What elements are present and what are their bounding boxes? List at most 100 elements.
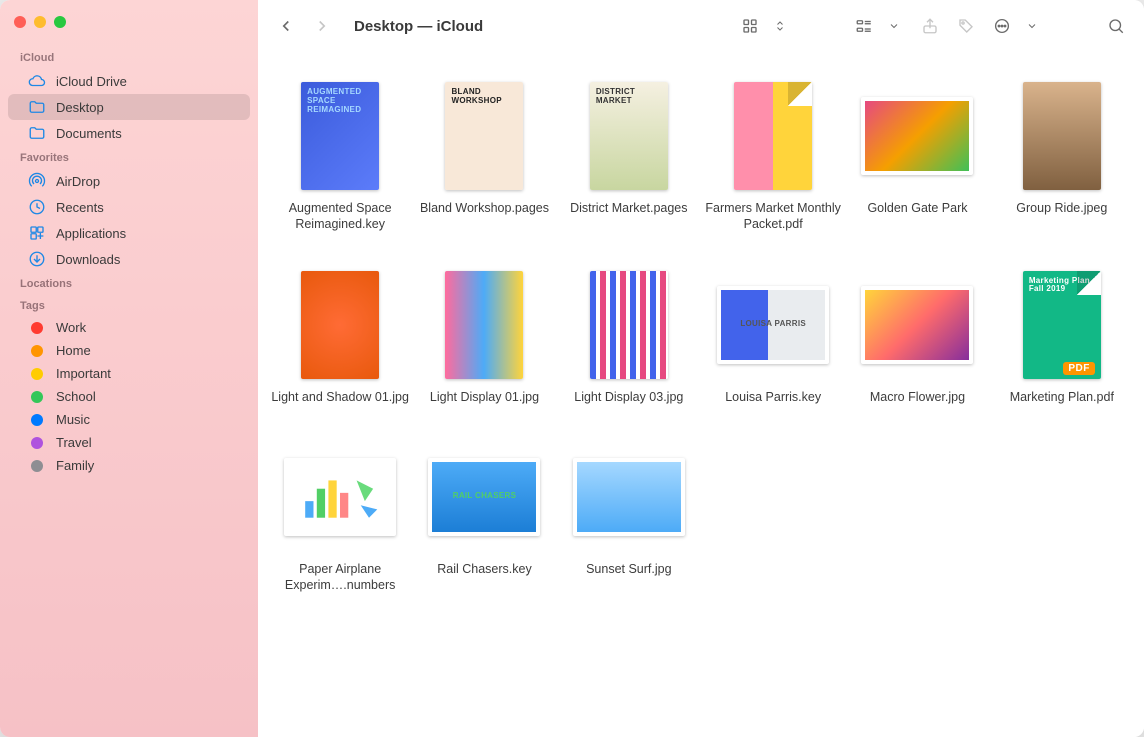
- file-thumbnail: [573, 441, 685, 553]
- chevron-down-icon: [1018, 12, 1046, 40]
- file-label: Paper Airplane Experim….numbers: [270, 561, 410, 594]
- folder-icon: [28, 98, 46, 116]
- apps-icon: [28, 224, 46, 242]
- sidebar-item-applications[interactable]: Applications: [8, 220, 250, 246]
- share-button[interactable]: [916, 12, 944, 40]
- file-item[interactable]: Light and Shadow 01.jpg: [270, 269, 410, 405]
- file-thumbnail: BLAND WORKSHOP: [428, 80, 540, 192]
- more-button[interactable]: [988, 12, 1046, 40]
- file-item[interactable]: Macro Flower.jpg: [847, 269, 987, 405]
- tag-dot-icon: [28, 368, 46, 380]
- tag-dot-icon: [28, 391, 46, 403]
- airdrop-icon: [28, 172, 46, 190]
- main-pane: Desktop — iCloud: [258, 0, 1144, 737]
- sidebar-item-documents[interactable]: Documents: [8, 120, 250, 146]
- file-grid-container: AUGMENTED SPACE REIMAGINED Augmented Spac…: [258, 52, 1144, 737]
- sidebar-item-music[interactable]: Music: [8, 408, 250, 431]
- file-item[interactable]: Group Ride.jpeg: [992, 80, 1132, 233]
- toolbar: Desktop — iCloud: [258, 0, 1144, 52]
- sidebar-section-title: Tags: [0, 294, 258, 316]
- file-thumbnail: [717, 80, 829, 192]
- file-item[interactable]: Light Display 03.jpg: [559, 269, 699, 405]
- file-thumbnail: Marketing Plan Fall 2019PDF: [1006, 269, 1118, 381]
- tags-button[interactable]: [952, 12, 980, 40]
- sidebar-item-airdrop[interactable]: AirDrop: [8, 168, 250, 194]
- file-label: Farmers Market Monthly Packet.pdf: [703, 200, 843, 233]
- file-label: Sunset Surf.jpg: [586, 561, 671, 577]
- clock-icon: [28, 198, 46, 216]
- file-item[interactable]: Golden Gate Park: [847, 80, 987, 233]
- close-button[interactable]: [14, 16, 26, 28]
- sidebar-item-home[interactable]: Home: [8, 339, 250, 362]
- sidebar-item-label: Important: [56, 366, 111, 381]
- file-item[interactable]: DISTRICT MARKET District Market.pages: [559, 80, 699, 233]
- file-item[interactable]: Marketing Plan Fall 2019PDF Marketing Pla…: [992, 269, 1132, 405]
- pdf-badge: PDF: [1063, 362, 1095, 375]
- file-label: Louisa Parris.key: [725, 389, 821, 405]
- file-item[interactable]: LOUISA PARRIS Louisa Parris.key: [703, 269, 843, 405]
- cloud-icon: [28, 72, 46, 90]
- file-label: Light Display 03.jpg: [574, 389, 683, 405]
- sidebar-item-school[interactable]: School: [8, 385, 250, 408]
- sidebar-item-label: Recents: [56, 200, 104, 215]
- sidebar-item-desktop[interactable]: Desktop: [8, 94, 250, 120]
- sidebar-item-label: AirDrop: [56, 174, 100, 189]
- search-button[interactable]: [1102, 12, 1130, 40]
- file-thumbnail: [861, 80, 973, 192]
- file-thumbnail: AUGMENTED SPACE REIMAGINED: [284, 80, 396, 192]
- minimize-button[interactable]: [34, 16, 46, 28]
- ellipsis-icon: [988, 12, 1016, 40]
- file-item[interactable]: BLAND WORKSHOPBland Workshop.pages: [414, 80, 554, 233]
- sidebar-item-work[interactable]: Work: [8, 316, 250, 339]
- sidebar-item-label: Desktop: [56, 100, 104, 115]
- file-thumbnail: LOUISA PARRIS: [717, 269, 829, 381]
- fullscreen-button[interactable]: [54, 16, 66, 28]
- sidebar-section-title: Favorites: [0, 146, 258, 168]
- sidebar-item-label: Travel: [56, 435, 92, 450]
- sidebar: iCloudiCloud Drive Desktop Documents Favori…: [0, 0, 258, 737]
- sidebar-item-downloads[interactable]: Downloads: [8, 246, 250, 272]
- sidebar-item-label: Home: [56, 343, 91, 358]
- file-thumbnail: [284, 441, 396, 553]
- file-label: District Market.pages: [570, 200, 687, 216]
- tag-dot-icon: [28, 345, 46, 357]
- finder-window: iCloudiCloud Drive Desktop Documents Favori…: [0, 0, 1144, 737]
- file-label: Light and Shadow 01.jpg: [271, 389, 409, 405]
- view-mode-button[interactable]: [736, 12, 794, 40]
- tag-dot-icon: [28, 414, 46, 426]
- file-thumbnail: [428, 269, 540, 381]
- sidebar-item-label: Family: [56, 458, 94, 473]
- tag-dot-icon: [28, 460, 46, 472]
- grid-icon: [736, 12, 764, 40]
- back-button[interactable]: [272, 12, 300, 40]
- file-thumbnail: [573, 269, 685, 381]
- file-label: Marketing Plan.pdf: [1010, 389, 1114, 405]
- sidebar-item-label: Documents: [56, 126, 122, 141]
- file-item[interactable]: Paper Airplane Experim….numbers: [270, 441, 410, 594]
- chevron-down-icon: [880, 12, 908, 40]
- sidebar-item-recents[interactable]: Recents: [8, 194, 250, 220]
- group-by-button[interactable]: [850, 12, 908, 40]
- forward-button[interactable]: [308, 12, 336, 40]
- file-item[interactable]: Farmers Market Monthly Packet.pdf: [703, 80, 843, 233]
- sidebar-item-travel[interactable]: Travel: [8, 431, 250, 454]
- download-icon: [28, 250, 46, 268]
- folder-icon: [28, 124, 46, 142]
- file-item[interactable]: AUGMENTED SPACE REIMAGINED Augmented Spac…: [270, 80, 410, 233]
- sidebar-item-family[interactable]: Family: [8, 454, 250, 477]
- sidebar-item-label: School: [56, 389, 96, 404]
- sidebar-item-label: Work: [56, 320, 86, 335]
- sidebar-section-title: iCloud: [0, 46, 258, 68]
- group-icon: [850, 12, 878, 40]
- file-label: Augmented Space Reimagined.key: [270, 200, 410, 233]
- file-item[interactable]: RAIL CHASERSRail Chasers.key: [414, 441, 554, 594]
- tag-dot-icon: [28, 437, 46, 449]
- file-item[interactable]: Sunset Surf.jpg: [559, 441, 699, 594]
- file-label: Rail Chasers.key: [437, 561, 531, 577]
- file-thumbnail: [861, 269, 973, 381]
- sidebar-item-important[interactable]: Important: [8, 362, 250, 385]
- file-thumbnail: [1006, 80, 1118, 192]
- file-thumbnail: DISTRICT MARKET: [573, 80, 685, 192]
- sidebar-item-icloud-drive[interactable]: iCloud Drive: [8, 68, 250, 94]
- file-item[interactable]: Light Display 01.jpg: [414, 269, 554, 405]
